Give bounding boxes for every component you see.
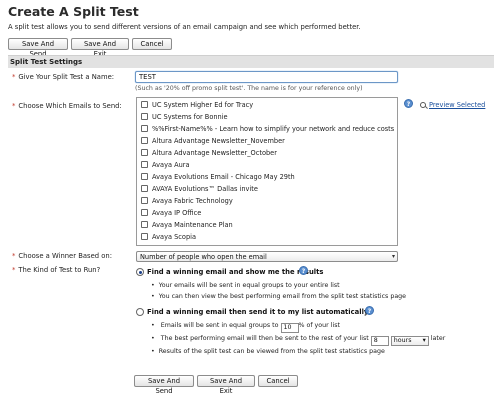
checkbox[interactable] xyxy=(141,221,148,228)
save-and-exit-button-bottom[interactable]: Save And Exit xyxy=(197,375,255,395)
percent-input[interactable]: 10 xyxy=(280,323,299,333)
test-kind-label: * The Kind of Test to Run? xyxy=(12,266,101,274)
email-item[interactable]: Avaya IP Office xyxy=(141,209,201,221)
save-and-send-button-top[interactable]: Save And Send xyxy=(8,38,68,58)
split-test-name-input[interactable] xyxy=(135,71,398,83)
intro-text: A split test allows you to send differen… xyxy=(8,23,361,31)
help-question-icon[interactable]: ? xyxy=(404,99,413,108)
required-marker: * xyxy=(12,266,16,274)
option2-title: Find a winning email then send it to my … xyxy=(147,308,369,316)
email-checkbox-list[interactable]: UC System Higher Ed for Tracy UC Systems… xyxy=(136,97,398,246)
checkbox[interactable] xyxy=(141,101,148,108)
email-item[interactable]: Altura Advantage Newsletter_November xyxy=(141,137,285,149)
email-item[interactable]: Avaya Maintenance Plan xyxy=(141,221,233,233)
cancel-button-top[interactable]: Cancel xyxy=(132,38,172,50)
email-item[interactable]: UC System Higher Ed for Tracy xyxy=(141,101,253,113)
checkbox[interactable] xyxy=(141,137,148,144)
required-marker: * xyxy=(12,102,16,110)
email-item[interactable]: UC Systems for Bonnie xyxy=(141,113,228,125)
section-title: Split Test Settings xyxy=(10,58,83,66)
magnifier-icon xyxy=(420,102,426,108)
checkbox[interactable] xyxy=(141,233,148,240)
email-item[interactable]: Avaya Evolutions Email - Chicago May 29t… xyxy=(141,173,295,185)
option1-title: Find a winning email and show me the res… xyxy=(147,268,324,276)
name-label: * Give Your Split Test a Name: xyxy=(12,73,115,81)
winner-criteria-select[interactable]: Number of people who open the email ▾ xyxy=(136,251,398,262)
option2-bullet: The best performing email will then be s… xyxy=(151,335,445,346)
required-marker: * xyxy=(12,73,16,81)
option2-bullet: Results of the split test can be viewed … xyxy=(151,348,385,355)
radio-show-results[interactable] xyxy=(136,268,144,276)
checkbox[interactable] xyxy=(141,185,148,192)
email-item[interactable]: AVAYA Evolutions™ Dallas invite xyxy=(141,185,258,197)
save-and-send-button-bottom[interactable]: Save And Send xyxy=(134,375,194,395)
email-item[interactable]: Avaya Aura xyxy=(141,161,190,173)
help-question-icon[interactable]: ? xyxy=(299,266,308,275)
preview-selected-link[interactable]: Preview Selected xyxy=(420,101,485,109)
required-marker: * xyxy=(12,252,16,260)
chevron-down-icon: ▾ xyxy=(422,337,426,344)
checkbox[interactable] xyxy=(141,161,148,168)
checkbox[interactable] xyxy=(141,113,148,120)
name-hint: (Such as '20% off promo split test'. The… xyxy=(135,85,363,92)
option1-bullet: You can then view the best performing em… xyxy=(151,293,406,300)
checkbox[interactable] xyxy=(141,209,148,216)
email-item[interactable]: Avaya Fabric Technology xyxy=(141,197,233,209)
option1-bullet: Your emails will be sent in equal groups… xyxy=(151,282,340,289)
radio-send-automatically[interactable] xyxy=(136,308,144,316)
checkbox[interactable] xyxy=(141,173,148,180)
email-item[interactable]: %%First-Name%% - Learn how to simplify y… xyxy=(141,125,394,137)
email-item[interactable]: Avaya Scopia xyxy=(141,233,196,245)
chevron-down-icon: ▾ xyxy=(391,253,395,260)
emails-label: * Choose Which Emails to Send: xyxy=(12,102,122,110)
option2-bullet: Emails will be sent in equal groups to 1… xyxy=(151,322,340,333)
page-title: Create A Split Test xyxy=(8,4,139,19)
winner-label: * Choose a Winner Based on: xyxy=(12,252,112,260)
section-header: Split Test Settings xyxy=(8,55,494,68)
cancel-button-bottom[interactable]: Cancel xyxy=(258,375,298,387)
delay-unit-select[interactable]: hours ▾ xyxy=(390,336,429,346)
delay-input[interactable]: 8 xyxy=(370,336,389,346)
checkbox[interactable] xyxy=(141,125,148,132)
checkbox[interactable] xyxy=(141,149,148,156)
checkbox[interactable] xyxy=(141,197,148,204)
help-question-icon[interactable]: ? xyxy=(365,306,374,315)
save-and-exit-button-top[interactable]: Save And Exit xyxy=(71,38,129,58)
email-item[interactable]: Altura Advantage Newsletter_October xyxy=(141,149,277,161)
